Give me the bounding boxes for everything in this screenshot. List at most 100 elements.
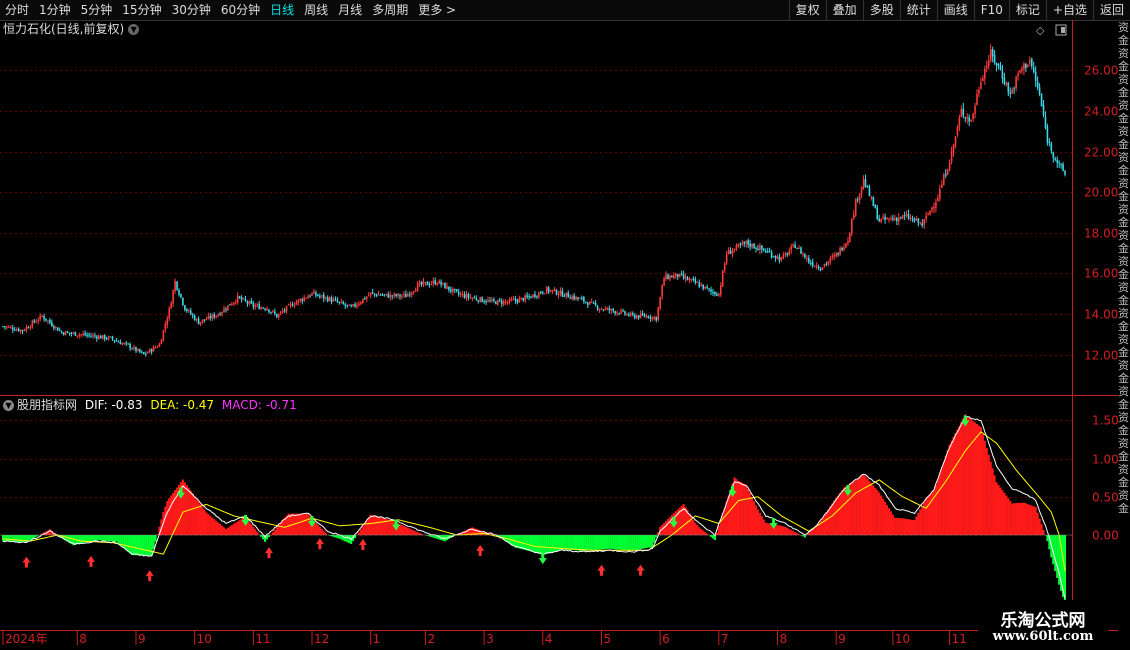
- candle-body: [1036, 81, 1039, 88]
- candle-body: [80, 334, 83, 336]
- candle-body: [256, 304, 259, 306]
- candle-body: [248, 301, 251, 305]
- candle-body: [931, 207, 933, 211]
- candle-body: [856, 199, 859, 201]
- candle-body: [639, 313, 642, 318]
- candle-body: [211, 314, 214, 319]
- price-tick-label: 26.00: [1084, 64, 1118, 78]
- candle-body: [172, 290, 174, 304]
- candle-body: [246, 301, 249, 304]
- candle-body: [1040, 93, 1043, 106]
- candle-body: [809, 262, 812, 264]
- candle-body: [682, 274, 685, 278]
- candle-body: [272, 311, 274, 313]
- candle-body: [905, 214, 908, 216]
- candle-body: [500, 301, 503, 304]
- candle-body: [193, 315, 196, 321]
- candle-body: [291, 304, 294, 307]
- candle-body: [837, 252, 839, 255]
- candle-body: [882, 216, 884, 219]
- candle-body: [512, 299, 515, 301]
- candle-body: [457, 291, 460, 295]
- candle-body: [935, 202, 937, 208]
- chevron-down-icon[interactable]: ▼: [3, 400, 14, 411]
- candle-body: [92, 335, 94, 337]
- candle-body: [434, 280, 437, 285]
- candle-body: [508, 299, 511, 302]
- candle-body: [772, 256, 775, 258]
- candle-body: [716, 294, 718, 296]
- candle-body: [917, 218, 920, 224]
- candle-body: [234, 302, 237, 304]
- candle-body: [502, 301, 505, 305]
- candle-body: [215, 315, 217, 318]
- candle-body: [739, 243, 742, 245]
- candle-body: [11, 327, 14, 330]
- candle-body: [422, 281, 425, 285]
- candle-body: [579, 298, 581, 300]
- candle-body: [303, 297, 305, 301]
- candle-body: [727, 249, 730, 255]
- candle-body: [946, 169, 949, 175]
- candle-body: [712, 292, 714, 294]
- candle-body: [236, 295, 239, 303]
- candle-body: [135, 346, 137, 352]
- candle-body: [348, 304, 350, 306]
- candle-body: [407, 294, 409, 297]
- candle-body: [336, 300, 339, 302]
- candle-body: [330, 297, 333, 302]
- candle-body: [111, 336, 114, 340]
- candle-body: [162, 330, 165, 341]
- candle-body: [491, 299, 493, 302]
- candle-body: [796, 248, 798, 250]
- candle-body: [1013, 88, 1015, 90]
- candle-body: [72, 332, 75, 334]
- candle-body: [389, 294, 392, 298]
- candle-body: [827, 261, 830, 264]
- candle-body: [283, 310, 286, 312]
- candle-body: [970, 120, 972, 122]
- logo-name: 乐淘公式网: [1000, 611, 1086, 631]
- candle-body: [866, 186, 869, 188]
- candle-body: [229, 304, 231, 306]
- dif-line: [2, 416, 1066, 599]
- candle-body: [614, 311, 616, 314]
- candle-body: [1058, 162, 1060, 164]
- candle-body: [395, 294, 397, 297]
- date-tick-label: 8: [79, 632, 87, 646]
- candle-body: [911, 218, 914, 220]
- macd-tick-label: 0.00: [1092, 529, 1119, 543]
- date-tick-label: 3: [486, 632, 494, 646]
- candle-body: [686, 277, 689, 281]
- candle-body: [987, 60, 990, 67]
- candle-body: [1032, 67, 1035, 73]
- candle-body: [219, 313, 221, 316]
- candle-body: [626, 313, 628, 315]
- candle-body: [450, 289, 452, 292]
- candle-body: [129, 344, 131, 349]
- candle-body: [1001, 70, 1004, 79]
- candle-body: [835, 253, 837, 257]
- candle-body: [563, 295, 566, 297]
- candle-body: [610, 308, 613, 311]
- candle-body: [825, 263, 828, 265]
- candle-body: [217, 314, 219, 317]
- candle-body: [536, 296, 538, 298]
- buy-arrow-icon: [86, 555, 95, 567]
- candle-body: [661, 285, 663, 297]
- candle-body: [985, 65, 988, 68]
- candle-body: [725, 254, 728, 263]
- candle-body: [1019, 70, 1021, 73]
- candle-body: [528, 296, 530, 298]
- diamond-icon: ◇: [1036, 24, 1045, 37]
- candle-body: [465, 294, 468, 299]
- candle-body: [182, 297, 184, 305]
- candle-body: [1009, 92, 1012, 94]
- candle-body: [759, 246, 761, 251]
- candle-body: [547, 287, 550, 292]
- candle-body: [250, 300, 253, 304]
- candle-body: [526, 295, 528, 298]
- candle-body: [778, 256, 781, 261]
- candle-body: [1005, 83, 1008, 85]
- candle-body: [583, 297, 585, 302]
